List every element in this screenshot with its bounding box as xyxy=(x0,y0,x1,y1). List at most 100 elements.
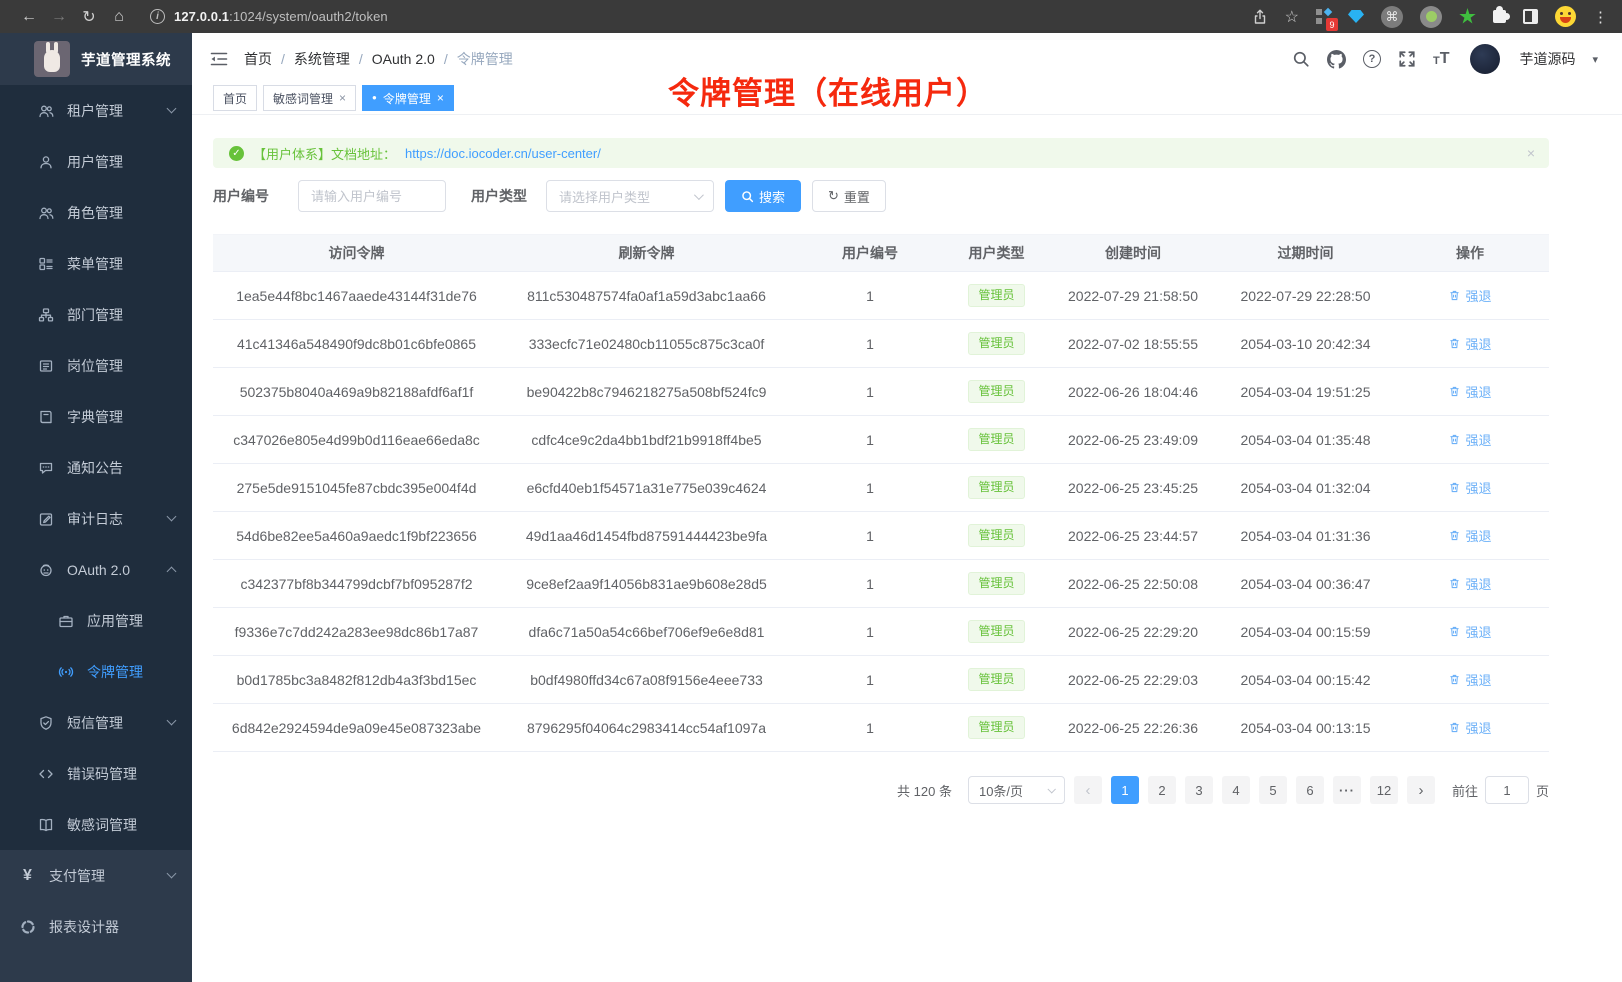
username[interactable]: 芋道源码 xyxy=(1519,49,1575,69)
sidebar-item-label: 菜单管理 xyxy=(67,254,123,274)
font-size-icon[interactable]: TT xyxy=(1433,51,1450,67)
sidebar-item-sms[interactable]: 短信管理 xyxy=(0,697,192,748)
search-button[interactable]: 搜索 xyxy=(725,180,801,212)
pagination: 共 120 条 10条/页 ‹ 1 2 3 4 5 6 ··· 12 › 前往 … xyxy=(213,776,1549,804)
bookmark-star-icon[interactable]: ☆ xyxy=(1285,7,1299,27)
extension-grid-icon[interactable]: 9 xyxy=(1316,9,1331,24)
chevron-down-icon[interactable]: ▾ xyxy=(1592,53,1598,66)
prev-page-button[interactable]: ‹ xyxy=(1074,776,1102,804)
page-button-4[interactable]: 4 xyxy=(1222,776,1250,804)
browser-menu-icon[interactable]: ⋮ xyxy=(1593,8,1608,26)
fullscreen-icon[interactable] xyxy=(1398,50,1416,68)
tab-home[interactable]: 首页 xyxy=(213,85,257,111)
sidebar-item-menu[interactable]: 菜单管理 xyxy=(0,238,192,289)
extensions-puzzle-icon[interactable] xyxy=(1493,10,1506,23)
id-badge-icon xyxy=(37,357,54,374)
sidebar-fold-icon[interactable] xyxy=(210,51,228,67)
goto-page-input[interactable] xyxy=(1485,776,1529,804)
force-logout-button[interactable]: 强退 xyxy=(1448,622,1491,641)
share-icon[interactable] xyxy=(1252,9,1268,25)
force-logout-button[interactable]: 强退 xyxy=(1448,718,1491,737)
table-row: f9336e7c7dd242a283ee98dc86b17a87 dfa6c71… xyxy=(213,608,1549,656)
github-icon[interactable] xyxy=(1327,50,1346,69)
sidebar-item-label: 支付管理 xyxy=(49,866,105,886)
sidebar-item-tenant[interactable]: 租户管理 xyxy=(0,85,192,136)
back-icon[interactable]: ← xyxy=(14,8,44,26)
refresh-icon[interactable]: ↻ xyxy=(74,7,104,27)
extension-star-icon[interactable] xyxy=(1459,8,1476,25)
user-type-badge: 管理员 xyxy=(968,284,1024,307)
col-created: 创建时间 xyxy=(1046,235,1220,272)
sidebar-item-sensitive-words[interactable]: 敏感词管理 xyxy=(0,799,192,850)
site-info-icon[interactable]: i xyxy=(150,9,165,24)
tab-sensitive-words[interactable]: 敏感词管理 × xyxy=(263,85,356,111)
main-area: 首页 / 系统管理 / OAuth 2.0 / 令牌管理 ? TT 芋道源码 ▾ xyxy=(192,33,1622,982)
user-id-label: 用户编号 xyxy=(213,186,269,206)
profile-emoji-icon[interactable] xyxy=(1555,6,1576,27)
force-logout-button[interactable]: 强退 xyxy=(1448,526,1491,545)
sidebar-item-oauth-token[interactable]: 令牌管理 xyxy=(0,646,192,697)
page-button-6[interactable]: 6 xyxy=(1296,776,1324,804)
force-logout-button[interactable]: 强退 xyxy=(1448,382,1491,401)
chat-bubble-icon xyxy=(37,459,54,476)
more-pages-button[interactable]: ··· xyxy=(1333,776,1361,804)
page-button-5[interactable]: 5 xyxy=(1259,776,1287,804)
forward-icon[interactable]: → xyxy=(44,8,74,26)
sidebar-item-report-designer[interactable]: 报表设计器 xyxy=(0,901,192,952)
app-logo-row[interactable]: 芋道管理系统 xyxy=(0,33,192,85)
sidebar-item-error-code[interactable]: 错误码管理 xyxy=(0,748,192,799)
navbar-actions: ? TT 芋道源码 ▾ xyxy=(1292,44,1598,74)
goto-label: 前往 xyxy=(1452,781,1478,800)
tabs-bar: 首页 敏感词管理 × ● 令牌管理 × xyxy=(192,85,1622,115)
page-button-3[interactable]: 3 xyxy=(1185,776,1213,804)
force-logout-button[interactable]: 强退 xyxy=(1448,430,1491,449)
breadcrumb-oauth[interactable]: OAuth 2.0 xyxy=(372,51,435,67)
close-icon[interactable]: × xyxy=(339,91,346,105)
next-page-button[interactable]: › xyxy=(1407,776,1435,804)
sidebar-item-role[interactable]: 角色管理 xyxy=(0,187,192,238)
force-logout-button[interactable]: 强退 xyxy=(1448,286,1491,305)
home-icon[interactable]: ⌂ xyxy=(104,8,134,26)
url-bar[interactable]: i 127.0.0.1:1024/system/oauth2/token xyxy=(150,9,388,24)
split-view-icon[interactable] xyxy=(1523,9,1538,24)
sidebar-item-dict[interactable]: 字典管理 xyxy=(0,391,192,442)
sidebar-item-dept[interactable]: 部门管理 xyxy=(0,289,192,340)
user-id-input[interactable] xyxy=(298,180,446,212)
force-logout-button[interactable]: 强退 xyxy=(1448,334,1491,353)
help-icon[interactable]: ? xyxy=(1363,50,1381,68)
chevron-down-icon xyxy=(1047,785,1055,793)
sidebar-item-label: 租户管理 xyxy=(67,101,123,121)
sidebar-item-label: 短信管理 xyxy=(67,713,123,733)
table-row: 54d6be82ee5a460a9aedc1f9bf223656 49d1aa4… xyxy=(213,512,1549,560)
sidebar-item-label: 部门管理 xyxy=(67,305,123,325)
page-button-12[interactable]: 12 xyxy=(1370,776,1398,804)
tab-token[interactable]: ● 令牌管理 × xyxy=(362,85,454,111)
sidebar-item-notice[interactable]: 通知公告 xyxy=(0,442,192,493)
search-icon[interactable] xyxy=(1292,50,1310,68)
page-button-2[interactable]: 2 xyxy=(1148,776,1176,804)
close-icon[interactable]: × xyxy=(1527,145,1535,161)
breadcrumb-home[interactable]: 首页 xyxy=(244,49,272,69)
sidebar-item-label: 岗位管理 xyxy=(67,356,123,376)
extension-command-icon[interactable]: ⌘ xyxy=(1381,6,1403,28)
page-size-select[interactable]: 10条/页 xyxy=(968,776,1065,804)
sidebar-item-user[interactable]: 用户管理 xyxy=(0,136,192,187)
extension-record-icon[interactable] xyxy=(1420,6,1442,28)
page-button-1[interactable]: 1 xyxy=(1111,776,1139,804)
force-logout-button[interactable]: 强退 xyxy=(1448,478,1491,497)
user-type-select[interactable]: 请选择用户类型 xyxy=(546,180,714,212)
reset-button[interactable]: ↻ 重置 xyxy=(812,180,886,212)
sidebar-item-oauth-app[interactable]: 应用管理 xyxy=(0,595,192,646)
sidebar-item-pay[interactable]: ¥ 支付管理 xyxy=(0,850,192,901)
sidebar-item-post[interactable]: 岗位管理 xyxy=(0,340,192,391)
close-icon[interactable]: × xyxy=(437,91,444,105)
breadcrumb-system[interactable]: 系统管理 xyxy=(294,49,350,69)
sidebar-item-audit-log[interactable]: 审计日志 xyxy=(0,493,192,544)
sidebar-item-label: 角色管理 xyxy=(67,203,123,223)
doc-link[interactable]: https://doc.iocoder.cn/user-center/ xyxy=(405,146,601,161)
force-logout-button[interactable]: 强退 xyxy=(1448,574,1491,593)
extension-gem-icon[interactable] xyxy=(1348,10,1364,23)
force-logout-button[interactable]: 强退 xyxy=(1448,670,1491,689)
avatar[interactable] xyxy=(1470,44,1500,74)
sidebar-item-oauth[interactable]: OAuth 2.0 xyxy=(0,544,192,595)
